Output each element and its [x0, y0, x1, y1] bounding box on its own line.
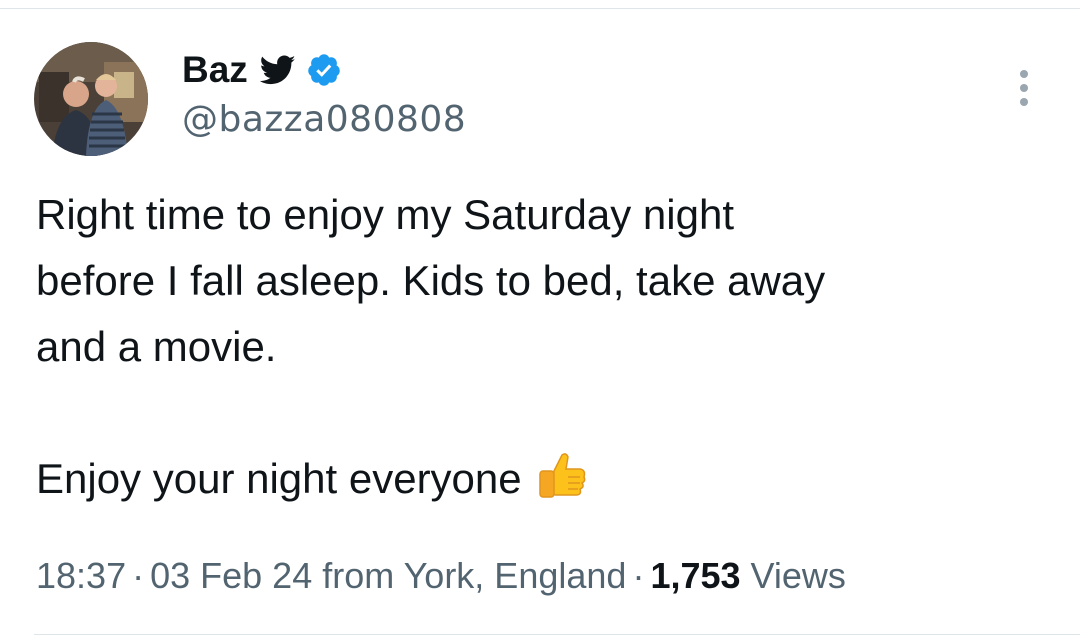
- tweet-date[interactable]: 03 Feb 24: [150, 555, 312, 596]
- twitter-bird-icon: [259, 55, 296, 85]
- meta-separator: ·: [132, 555, 145, 596]
- meta-separator: ·: [632, 555, 645, 596]
- tweet-text-line: before I fall asleep. Kids to bed, take …: [36, 257, 826, 304]
- tweet-time[interactable]: 18:37: [36, 555, 126, 596]
- more-options-icon: [1020, 70, 1028, 78]
- top-divider: [0, 8, 1080, 9]
- bottom-divider: [34, 634, 1080, 635]
- author-handle[interactable]: @bazza080808: [182, 98, 466, 142]
- more-options-icon-dot: [1020, 98, 1028, 106]
- more-options-icon-dot: [1020, 84, 1028, 92]
- thumbs-up-emoji: [538, 453, 586, 498]
- tweet-text-line: Right time to enjoy my Saturday night: [36, 191, 735, 238]
- tweet-text-last: Enjoy your night everyone: [36, 455, 522, 502]
- author-display-name[interactable]: Baz: [182, 48, 248, 92]
- avatar-photo: [34, 42, 148, 156]
- views-label[interactable]: Views: [751, 555, 846, 596]
- verified-badge-icon: [308, 54, 340, 86]
- avatar[interactable]: [34, 42, 148, 156]
- tweet-meta: 18:37 · 03 Feb 24 from York, England · 1,753…: [36, 552, 846, 600]
- views-count[interactable]: 1,753: [650, 555, 740, 596]
- tweet-text: Right time to enjoy my Saturday night be…: [36, 182, 1046, 512]
- tweet-text-line-last: Enjoy your night everyone: [36, 446, 1046, 512]
- more-options-button[interactable]: [1004, 66, 1044, 110]
- author-display-name-row[interactable]: Baz: [182, 48, 352, 92]
- tweet-text-line: and a movie.: [36, 323, 277, 370]
- tweet-location: from York, England: [322, 555, 627, 596]
